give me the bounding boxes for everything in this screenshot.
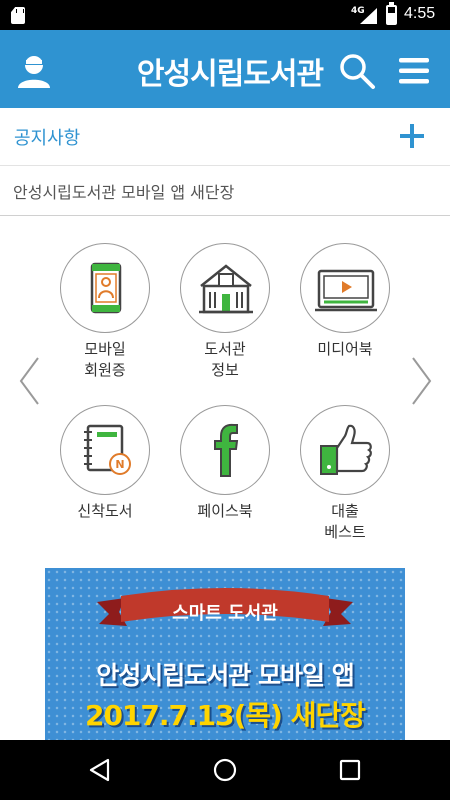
search-icon[interactable]: [338, 52, 376, 90]
media-player-icon: [315, 269, 377, 312]
menu-item-label: 미디어북: [317, 340, 373, 358]
notice-section-header: 공지사항: [0, 108, 450, 166]
battery-icon: [386, 2, 397, 25]
library-building-icon: [199, 264, 253, 314]
notice-item-text: 안성시립도서관 모바일 앱 새단장: [13, 183, 235, 202]
clock: 4:55: [404, 5, 436, 22]
menu-circle: N: [60, 405, 150, 495]
menu-item-media-book[interactable]: 미디어북: [290, 243, 400, 360]
menu-item-label: 도서관 정보: [204, 340, 246, 379]
system-nav-bar: [0, 740, 450, 800]
home-icon[interactable]: [213, 758, 237, 782]
new-book-icon: N: [84, 424, 131, 475]
menu-circle: [180, 243, 270, 333]
chevron-left-icon[interactable]: [18, 356, 40, 406]
notice-list-item[interactable]: 안성시립도서관 모바일 앱 새단장: [0, 166, 450, 216]
banner-ribbon-text: 스마트 도서관: [172, 603, 278, 624]
menu-item-mobile-card[interactable]: 모바일 회원증: [50, 243, 160, 381]
menu-circle: [300, 405, 390, 495]
menu-item-facebook[interactable]: 페이스북: [170, 405, 280, 522]
banner-date: 2017.7.13(목) 새단장: [84, 699, 366, 732]
menu-item-label: 신착도서: [77, 502, 133, 520]
app-bar: 안성시립도서관: [0, 30, 450, 108]
facebook-icon: [214, 423, 239, 477]
thumbs-up-icon: [320, 424, 372, 475]
chevron-right-icon[interactable]: [411, 356, 433, 406]
menu-item-loan-best[interactable]: 대출 베스트: [290, 405, 400, 543]
mobile-card-icon: [90, 262, 122, 314]
signal-icon: [360, 8, 377, 24]
app-title: 안성시립도서관: [136, 57, 324, 92]
sd-card-icon: [11, 7, 25, 24]
menu-grid: 모바일 회원증 도서관 정보 미디어북 N 신착도서 페이스북 대출 베스트: [0, 216, 450, 566]
menu-item-new-books[interactable]: N 신착도서: [50, 405, 160, 522]
menu-circle: [300, 243, 390, 333]
menu-item-label: 페이스북: [197, 502, 253, 520]
svg-text:N: N: [115, 458, 124, 471]
menu-item-library-info[interactable]: 도서관 정보: [170, 243, 280, 381]
banner-headline: 안성시립도서관 모바일 앱: [96, 661, 354, 690]
menu-circle: [180, 405, 270, 495]
status-bar: 4G 4:55: [0, 0, 450, 30]
plus-icon[interactable]: [400, 124, 424, 148]
menu-circle: [60, 243, 150, 333]
back-icon[interactable]: [88, 758, 112, 782]
menu-item-label: 모바일 회원증: [84, 340, 126, 379]
hamburger-menu-icon[interactable]: [397, 54, 431, 88]
menu-item-label: 대출 베스트: [324, 502, 366, 541]
notice-title[interactable]: 공지사항: [14, 124, 80, 150]
promo-banner[interactable]: 스마트 도서관 안성시립도서관 모바일 앱 2017.7.13(목) 새단장: [45, 568, 405, 740]
recents-icon[interactable]: [338, 758, 362, 782]
